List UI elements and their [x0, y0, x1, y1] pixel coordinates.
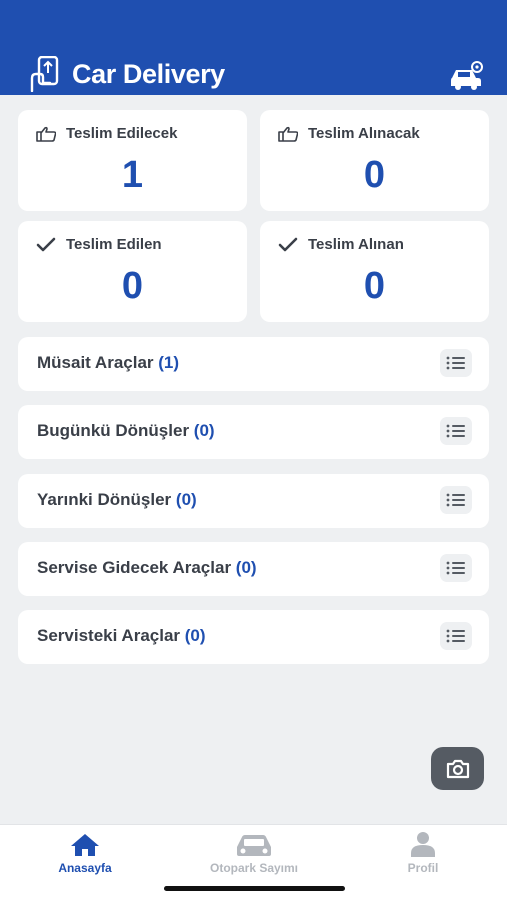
list-label: Servisteki Araçlar — [37, 626, 181, 645]
stat-card-to-receive[interactable]: Teslim Alınacak 0 — [260, 110, 489, 211]
list-label: Müsait Araçlar — [37, 353, 154, 372]
stat-card-delivered[interactable]: Teslim Edilen 0 — [18, 221, 247, 322]
phone-hand-icon — [30, 56, 59, 92]
app-title: Car Delivery — [72, 58, 225, 89]
list-menu-button[interactable] — [440, 417, 472, 445]
tab-parking-count[interactable]: Otopark Sayımı — [184, 825, 324, 885]
home-icon — [71, 834, 99, 856]
list-row-tomorrow-returns[interactable]: Yarınki Dönüşler (0) — [18, 474, 489, 528]
camera-button[interactable] — [431, 747, 484, 790]
list-menu-button[interactable] — [440, 554, 472, 582]
list-menu-button[interactable] — [440, 349, 472, 377]
stat-value: 1 — [121, 154, 144, 196]
check-icon — [278, 237, 298, 251]
list-row-today-returns[interactable]: Bugünkü Dönüşler (0) — [18, 405, 489, 459]
list-label: Yarınki Dönüşler — [37, 490, 172, 509]
list-icon — [446, 561, 465, 575]
stat-card-to-deliver[interactable]: Teslim Edilecek 1 — [18, 110, 247, 211]
list-row-available-cars[interactable]: Müsait Araçlar (1) — [18, 337, 489, 391]
brand: Car Delivery — [30, 56, 225, 92]
list-row-going-to-service[interactable]: Servise Gidecek Araçlar (0) — [18, 542, 489, 596]
list-menu-button[interactable] — [440, 486, 472, 514]
stat-label: Teslim Alınacak — [308, 125, 420, 142]
tab-label: Profil — [407, 861, 439, 875]
list-icon — [446, 629, 465, 643]
tab-home[interactable]: Anasayfa — [34, 825, 136, 885]
stat-label: Teslim Edilecek — [66, 125, 178, 142]
stat-label: Teslim Alınan — [308, 236, 404, 253]
list-label: Servise Gidecek Araçlar — [37, 558, 232, 577]
list-label: Bugünkü Dönüşler — [37, 421, 190, 440]
stat-card-received[interactable]: Teslim Alınan 0 — [260, 221, 489, 322]
tab-label: Anasayfa — [58, 861, 112, 875]
list-count: (0) — [235, 558, 257, 577]
list-row-in-service[interactable]: Servisteki Araçlar (0) — [18, 610, 489, 664]
thumb-point-icon — [278, 126, 298, 142]
camera-icon — [446, 759, 469, 778]
app-header: Car Delivery — [0, 0, 507, 95]
stat-value: 0 — [121, 265, 144, 307]
car-settings-icon[interactable] — [448, 60, 484, 90]
stat-value: 0 — [363, 265, 386, 307]
list-icon — [446, 356, 465, 370]
home-indicator — [164, 886, 345, 891]
list-icon — [446, 493, 465, 507]
list-count: (0) — [184, 626, 206, 645]
list-count: (1) — [158, 353, 180, 372]
user-icon — [411, 832, 435, 857]
tab-label: Otopark Sayımı — [209, 861, 299, 875]
list-count: (0) — [193, 421, 215, 440]
tab-profile[interactable]: Profil — [378, 825, 468, 885]
list-menu-button[interactable] — [440, 622, 472, 650]
stat-label: Teslim Edilen — [66, 236, 162, 253]
list-icon — [446, 424, 465, 438]
stat-value: 0 — [363, 154, 386, 196]
thumb-point-icon — [36, 126, 56, 142]
list-count: (0) — [175, 490, 197, 509]
car-icon — [237, 835, 271, 856]
check-icon — [36, 237, 56, 251]
